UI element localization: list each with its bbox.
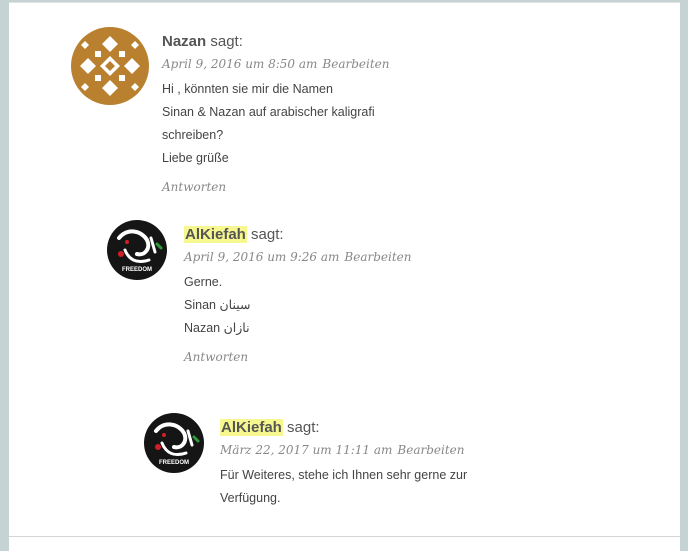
comment-line: Liebe grüße — [162, 151, 229, 165]
comment-author[interactable]: AlKiefah — [220, 419, 283, 436]
says-label: sagt: — [251, 226, 284, 243]
edit-link[interactable]: Bearbeiten — [344, 250, 411, 264]
comment-text: Für Weiteres, stehe ich Ihnen sehr gerne… — [220, 464, 470, 510]
avatar[interactable]: FREEDOM — [107, 220, 167, 280]
comment-date-link[interactable]: April 9, 2016 um 8:50 am — [162, 57, 317, 71]
reply-link[interactable]: Antworten — [184, 350, 417, 364]
comment-line: Nazan نازان — [184, 321, 250, 335]
geometric-pattern-avatar-icon — [71, 27, 149, 105]
freedom-badge: FREEDOM — [122, 267, 152, 273]
comment-text: Hi , könnten sie mir die Namen Sinan & N… — [162, 78, 395, 170]
edit-link[interactable]: Bearbeiten — [397, 443, 464, 457]
author-line: Nazan sagt: — [162, 32, 395, 52]
comment-meta: April 9, 2016 um 8:50 am Bearbeiten — [162, 56, 395, 72]
freedom-logo-avatar-icon: FREEDOM — [144, 413, 204, 473]
reply-link[interactable]: Antworten — [162, 180, 395, 194]
comment-line: Gerne. — [184, 275, 223, 289]
comment-date-link[interactable]: März 22, 2017 um 11:11 am — [220, 443, 392, 457]
comment-author[interactable]: AlKiefah — [184, 226, 247, 243]
comment-author[interactable]: Nazan — [162, 33, 206, 50]
edit-link[interactable]: Bearbeiten — [322, 57, 389, 71]
freedom-badge: FREEDOM — [159, 460, 189, 466]
comment-date-link[interactable]: April 9, 2016 um 9:26 am — [184, 250, 339, 264]
author-line: AlKiefah sagt: — [220, 418, 470, 438]
avatar[interactable]: FREEDOM — [144, 413, 204, 473]
comment-line: Sinan & Nazan auf arabischer kaligrafi s… — [162, 105, 375, 142]
comment-meta: März 22, 2017 um 11:11 am Bearbeiten — [220, 442, 470, 458]
says-label: sagt: — [287, 419, 320, 436]
avatar[interactable] — [71, 27, 149, 105]
says-label: sagt: — [210, 33, 243, 50]
comment-line: Sinan سينان — [184, 298, 251, 312]
divider — [9, 536, 680, 537]
author-line: AlKiefah sagt: — [184, 225, 417, 245]
freedom-logo-avatar-icon: FREEDOM — [107, 220, 167, 280]
comment-line: Für Weiteres, stehe ich Ihnen sehr gerne… — [220, 468, 468, 505]
comment-meta: April 9, 2016 um 9:26 am Bearbeiten — [184, 249, 417, 265]
comment-line: Hi , könnten sie mir die Namen — [162, 82, 333, 96]
comment-text: Gerne. Sinan سينان Nazan نازان — [184, 271, 417, 340]
